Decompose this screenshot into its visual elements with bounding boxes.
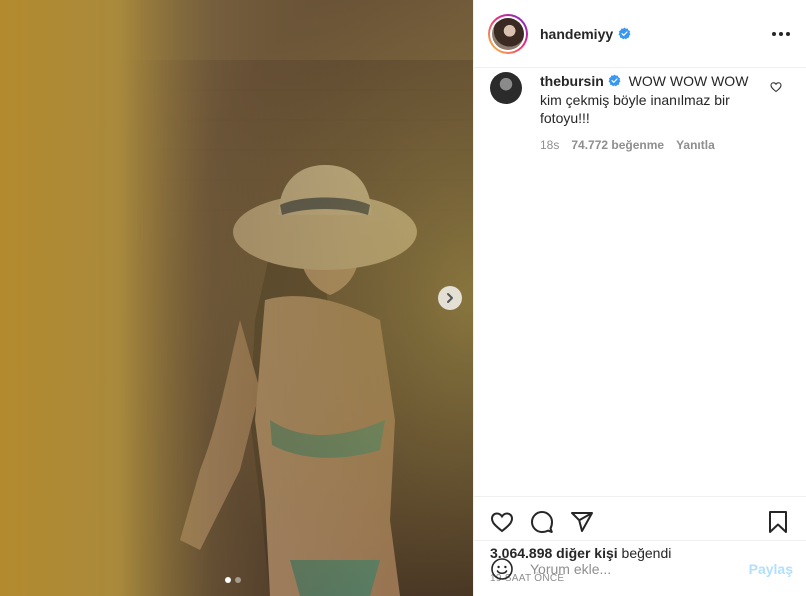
- more-dot: [779, 31, 783, 36]
- more-dot: [772, 31, 776, 36]
- chevron-right-icon: [447, 293, 453, 303]
- post-comment-button[interactable]: Paylaş: [749, 561, 793, 577]
- post-side-panel: handemiyy thebursin WOW WOW WOW kim çekm…: [473, 0, 806, 596]
- post-header: handemiyy: [474, 0, 806, 68]
- carousel-dot: [235, 577, 241, 583]
- comment-bubble-icon[interactable]: [530, 510, 554, 534]
- action-icons-row: [490, 509, 790, 535]
- paper-plane-icon[interactable]: [570, 510, 594, 534]
- comment-body: thebursin WOW WOW WOW kim çekmiş böyle i…: [540, 72, 756, 128]
- more-options-button[interactable]: [772, 31, 790, 36]
- add-comment-bar: Paylaş: [474, 540, 806, 596]
- comment-time[interactable]: 18s: [540, 138, 559, 152]
- comment-meta: 18s 74.772 beğenme Yanıtla: [540, 138, 756, 152]
- comment-likes[interactable]: 74.772 beğenme: [571, 138, 664, 152]
- reply-button[interactable]: Yanıtla: [676, 138, 715, 152]
- author-avatar[interactable]: [488, 13, 528, 54]
- verified-badge-icon: [618, 27, 631, 40]
- comment-item: thebursin WOW WOW WOW kim çekmiş böyle i…: [490, 72, 790, 152]
- comments-list: thebursin WOW WOW WOW kim çekmiş böyle i…: [474, 68, 806, 496]
- commenter-username[interactable]: thebursin: [540, 73, 621, 89]
- verified-badge-icon: [608, 74, 621, 87]
- smiley-icon[interactable]: [490, 557, 514, 581]
- heart-icon[interactable]: [490, 510, 514, 534]
- commenter-avatar[interactable]: [490, 72, 522, 104]
- author-username[interactable]: handemiyy: [540, 26, 631, 42]
- carousel-dot-active: [225, 577, 231, 583]
- comment-like-heart-icon[interactable]: [770, 81, 782, 93]
- comment-input[interactable]: [530, 560, 749, 577]
- carousel-next-button[interactable]: [438, 286, 462, 310]
- instagram-post-modal: handemiyy thebursin WOW WOW WOW kim çekm…: [0, 0, 806, 596]
- post-media[interactable]: [0, 0, 473, 596]
- bookmark-icon[interactable]: [766, 510, 790, 534]
- post-photo: [0, 0, 473, 596]
- carousel-indicator: [225, 577, 241, 583]
- more-dot: [786, 31, 790, 36]
